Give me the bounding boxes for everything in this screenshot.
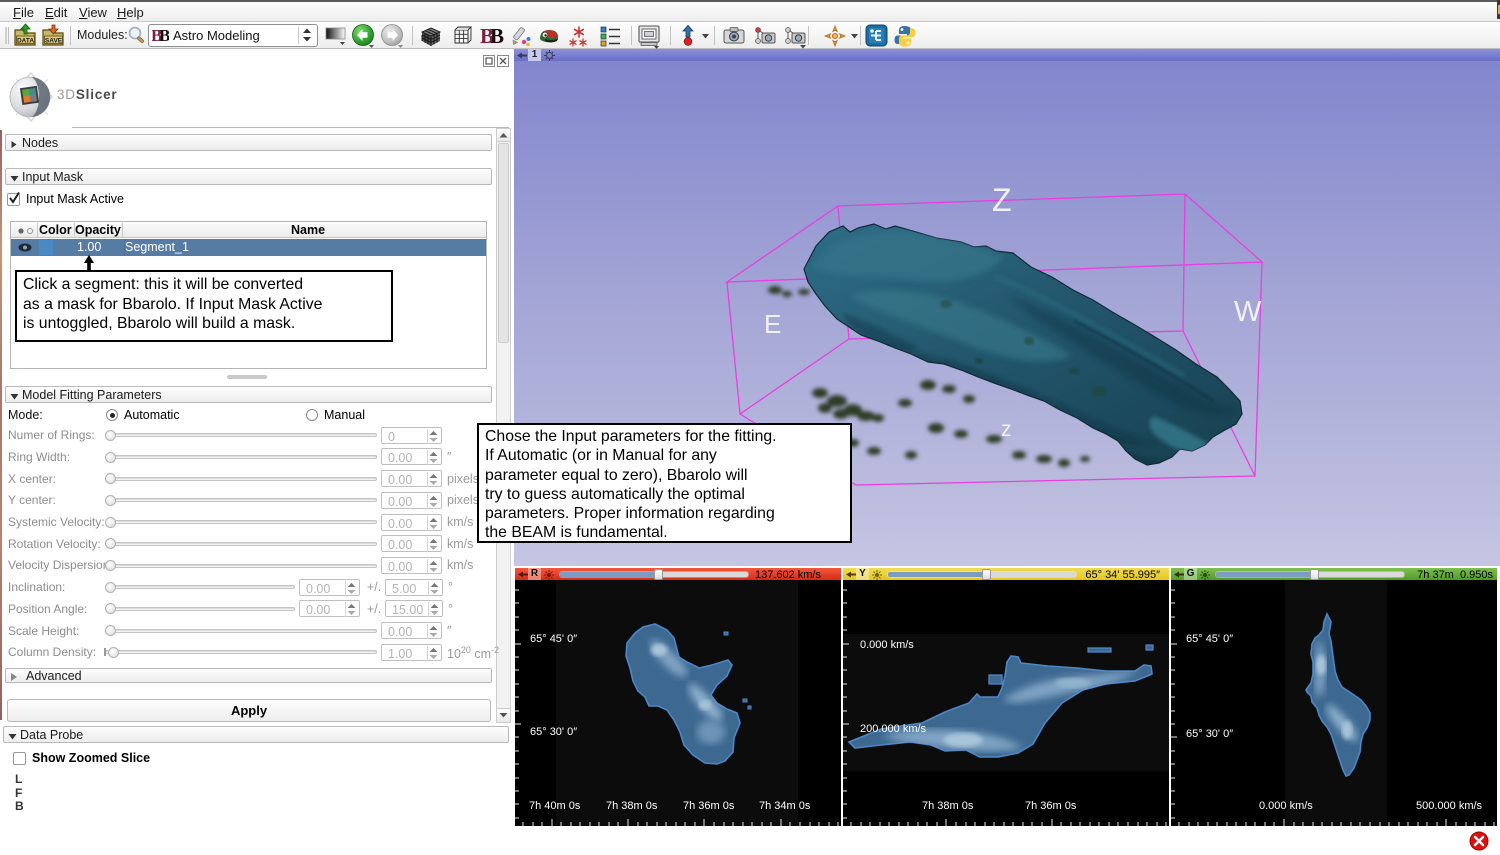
svg-text:z: z: [1001, 418, 1012, 441]
svg-text:SAVE: SAVE: [45, 38, 63, 45]
svg-text:E: E: [764, 309, 781, 339]
svg-text:B: B: [490, 24, 504, 48]
svg-text:Z: Z: [992, 182, 1012, 218]
svg-text:B: B: [159, 27, 169, 44]
svg-text:W: W: [1234, 296, 1262, 328]
svg-text:DATA: DATA: [17, 38, 34, 45]
